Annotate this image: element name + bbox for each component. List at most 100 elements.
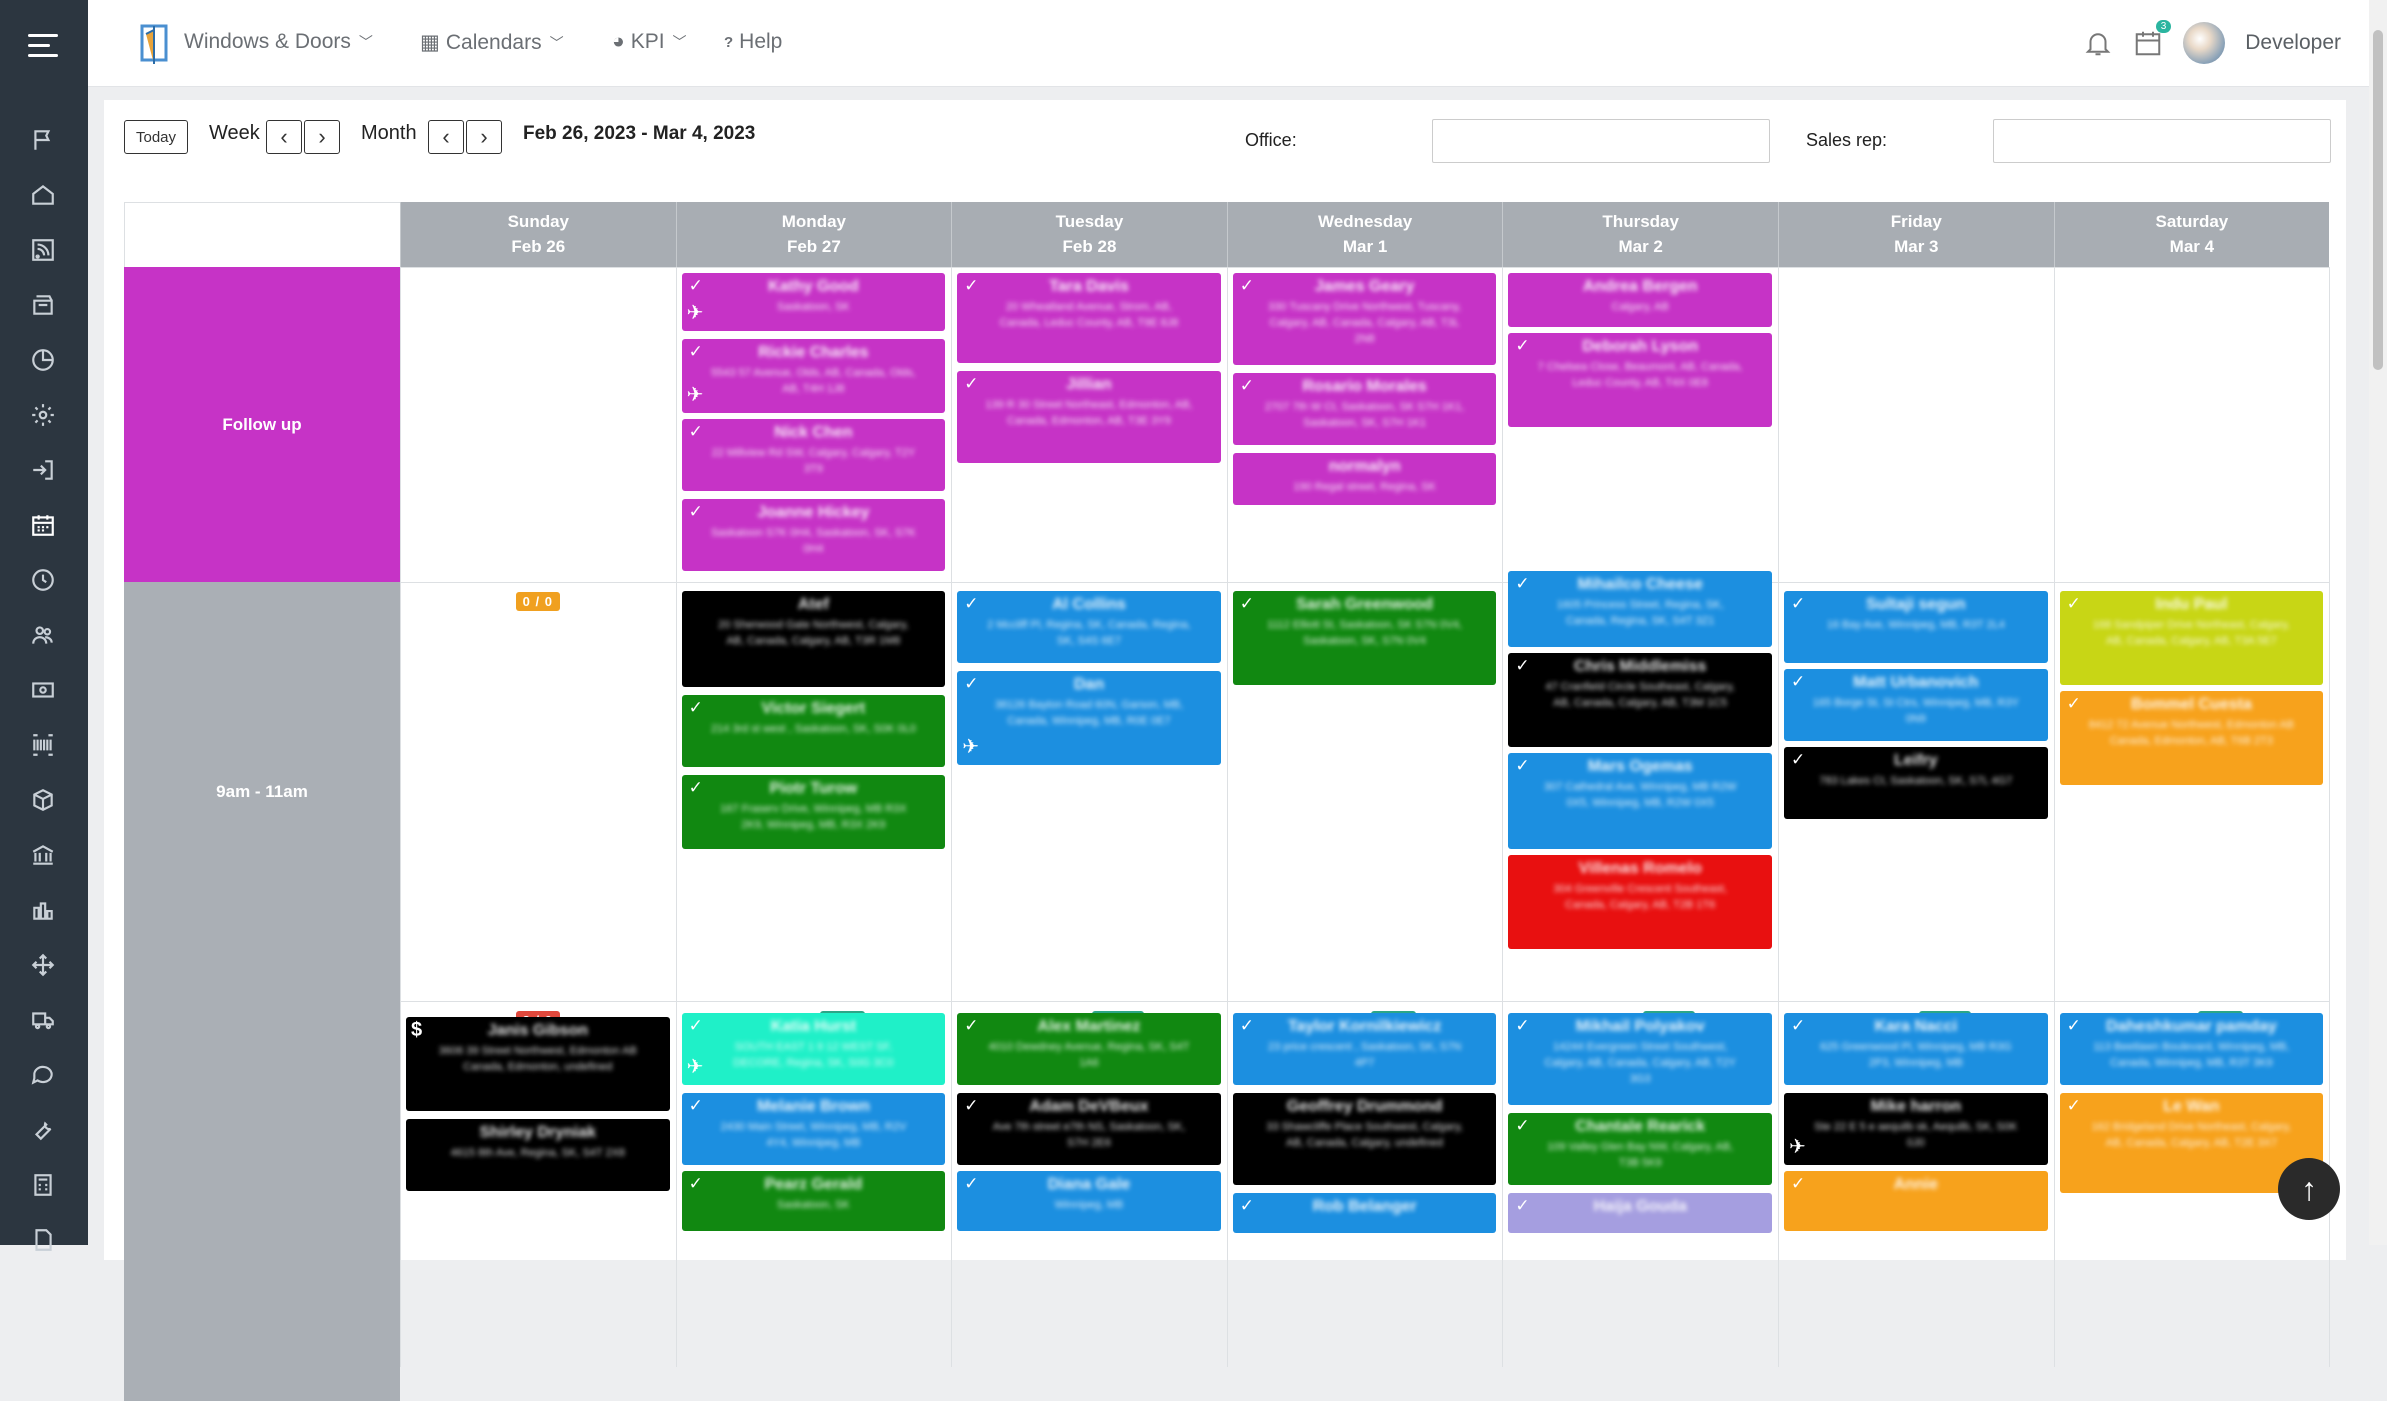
day-header: Tuesday Feb 28: [951, 202, 1227, 267]
menu-toggle-icon[interactable]: [28, 34, 58, 58]
appointment-card[interactable]: ✓ Mars Ogemas 307 Cathedral Ave, Winnipeg,…: [1508, 753, 1772, 849]
wrench-icon[interactable]: [29, 1116, 57, 1144]
appointment-card[interactable]: ✓ Rob Belanger: [1232, 1193, 1497, 1233]
appointment-card[interactable]: ✓ Daheshkumar pamday 113 Beetlawn Boulevar…: [2059, 1013, 2324, 1085]
appointment-card[interactable]: ✈ Mike harron Ste 22 E 5 e aequilb sk, Aeq…: [1784, 1093, 2048, 1165]
appointment-card[interactable]: ✓ Chantale Rearick 109 Valley Glen Bay NW,…: [1508, 1113, 1772, 1185]
building-chart-icon[interactable]: [29, 896, 57, 924]
scrollbar-thumb[interactable]: [2373, 30, 2383, 370]
pie-chart-icon[interactable]: [29, 346, 57, 374]
appointment-name: Matt Urbanovich: [1853, 674, 1979, 691]
feed-icon[interactable]: [29, 236, 57, 264]
appointment-name: Sarah Greenwood: [1296, 596, 1434, 613]
appointment-card[interactable]: ✓ Matt Urbanovich 165 Borge St, St Ctrs, W…: [1784, 669, 2048, 741]
appointment-card[interactable]: Geoffrey Drummond 33 Shawcliffe Place Sou…: [1232, 1093, 1497, 1185]
gear-icon[interactable]: [29, 401, 57, 429]
appointment-card[interactable]: ✓ ✈ Katia Hurst SOUTH EAST 1 9 12 WEST SF, …: [681, 1013, 946, 1085]
appointment-card[interactable]: ✓ Rosario Morales 2707 7th W Ct, Saskatoon…: [1232, 373, 1497, 445]
appointment-card[interactable]: ✓ ✈ Kathy Good Saskatoon, SK: [681, 273, 946, 331]
bank-icon[interactable]: [29, 841, 57, 869]
month-prev-button[interactable]: ‹: [428, 120, 464, 154]
appointment-address: 330 Tuscany Drive Northwest, Tuscany, Ca…: [1268, 301, 1462, 345]
move-icon[interactable]: [29, 951, 57, 979]
appointment-card[interactable]: ✓ Piotr Turow 167 Fraserv Drive, Winnipeg,…: [681, 775, 946, 849]
user-name[interactable]: Developer: [2245, 31, 2341, 55]
month-next-button[interactable]: ›: [466, 120, 502, 154]
nav-help[interactable]: ? Help: [724, 30, 782, 54]
appointment-card[interactable]: ✓ Al Collins 2 Mccliff Pl, Regina, SK, Can…: [957, 591, 1221, 663]
sign-in-icon[interactable]: [29, 456, 57, 484]
appointment-card[interactable]: ✓ Sarah Greenwood 1112 Elliott St, Saskato…: [1232, 591, 1497, 685]
appointment-card[interactable]: ✓ Sultaji segun 16 Bay Ave, Winnipeg, MB, …: [1784, 591, 2048, 663]
nav-kpi[interactable]: ◕ KPI ﹀: [612, 30, 687, 54]
appointment-card[interactable]: ✓ Taylor Kornilkiewicz 23 price crescent ,…: [1232, 1013, 1497, 1085]
calendar-icon[interactable]: [29, 511, 57, 539]
appointment-address: 8412 72 Avenue Northwest, Edmonton AB Ca…: [2088, 719, 2295, 747]
clock-icon[interactable]: [29, 566, 57, 594]
home-icon[interactable]: [29, 181, 57, 209]
appointment-card[interactable]: Andrea Bergen Calgary, AB: [1508, 273, 1772, 327]
scrollbar[interactable]: [2369, 0, 2387, 1245]
appointment-card[interactable]: ✓ Leifry 783 Lakes Ct, Saskatoon, SK, S7L …: [1784, 747, 2048, 819]
box-icon[interactable]: [29, 786, 57, 814]
appointment-address: 165 Borge St, St Ctrs, Winnipeg, MB, R3Y…: [1812, 697, 2019, 725]
appointment-address: SOUTH EAST 1 9 12 WEST SF, DECORE, Regin…: [733, 1041, 894, 1069]
appointment-card[interactable]: ✓ Joanne Hickey Saskatoon S7K 0H4, Saskato…: [681, 499, 946, 571]
calendar-notifications-icon[interactable]: 3: [2133, 20, 2172, 58]
office-select[interactable]: [1432, 119, 1770, 163]
day-header: Thursday Mar 2: [1502, 202, 1778, 267]
appointment-card[interactable]: ✓ ✈ Rickie Charles 5543 57 Avenue, Olds, AB…: [681, 339, 946, 413]
appointment-card[interactable]: ✓ Adam DeVBeux Ave 7th street e7th NS, Sas…: [957, 1093, 1221, 1165]
appointment-card[interactable]: ✓ Kara Nacci 625 Greenwood Pl, Winnipeg, M…: [1784, 1013, 2048, 1085]
appointment-card[interactable]: normalyn 190 Regal street, Regina, SK: [1232, 453, 1497, 505]
scroll-to-top-button[interactable]: ↑: [2278, 1158, 2340, 1220]
appointment-card[interactable]: Villenas Romelo 304 Greenville Crescent S…: [1508, 855, 1772, 949]
appointment-card[interactable]: ✓ Annie: [1784, 1171, 2048, 1231]
today-button[interactable]: Today: [124, 120, 188, 154]
appointment-card[interactable]: ✓ Mihailco Cheese 1605 Princess Street, Re…: [1508, 571, 1772, 647]
nav-brand[interactable]: Windows & Doors ﹀: [184, 30, 373, 54]
appointment-card[interactable]: ✓ Alex Martinez 4010 Dewdney Avenue, Regin…: [957, 1013, 1221, 1085]
inbox-icon[interactable]: [29, 291, 57, 319]
appointment-address: 14244 Evergreen Street Southwest, Calgar…: [1544, 1041, 1736, 1085]
users-icon[interactable]: [29, 621, 57, 649]
appointment-card[interactable]: ✓ Bommel Cuesta 8412 72 Avenue Northwest, …: [2059, 691, 2324, 785]
week-next-button[interactable]: ›: [304, 120, 340, 154]
appointment-card[interactable]: ✓ Tara Davis 20 Wheatland Avenue, Strom, A…: [957, 273, 1221, 363]
barcode-icon[interactable]: [29, 731, 57, 759]
appointment-name: Leifry: [1894, 752, 1938, 769]
flag-icon[interactable]: [29, 126, 57, 154]
appointment-card[interactable]: ✓ Melanie Brown 2430 Main Street, Winnipeg…: [681, 1093, 946, 1165]
calculator-icon[interactable]: [29, 1171, 57, 1199]
appointment-card[interactable]: ✓ Indu Paul 168 Sandpiper Drive Northeast,…: [2059, 591, 2324, 685]
appointment-card[interactable]: ✓ Pearz Gerald Saskatoon, SK: [681, 1171, 946, 1231]
airplane-icon: ✈: [686, 302, 704, 324]
appointment-card[interactable]: Shirley Dryniak 4615 8th Ave, Regina, SK,…: [406, 1119, 670, 1191]
appointment-card[interactable]: ✓ Diana Gale Winnipeg, MB: [957, 1171, 1221, 1231]
chat-icon[interactable]: [29, 1061, 57, 1089]
appointment-card[interactable]: $ Janis Gibson 3606 39 Street Northwest, E…: [406, 1017, 670, 1111]
appointment-card[interactable]: ✓ Jillian 139 R 30 Street Northeast, Edmon…: [957, 371, 1221, 463]
avatar[interactable]: [2183, 22, 2226, 64]
appointment-card[interactable]: ✓ Victor Siegert 214 3rd st west , Saskato…: [681, 695, 946, 767]
appointment-card[interactable]: ✓ Mikhail Polyakov 14244 Evergreen Street …: [1508, 1013, 1772, 1105]
week-label[interactable]: Week: [209, 122, 260, 145]
appointment-card[interactable]: ✓ Haija Gouda: [1508, 1193, 1772, 1233]
salesrep-select[interactable]: [1993, 119, 2331, 163]
day-header: Wednesday Mar 1: [1226, 202, 1503, 267]
appointment-name: Adam DeVBeux: [1029, 1098, 1149, 1115]
bell-icon[interactable]: [2083, 28, 2113, 58]
money-icon[interactable]: [29, 676, 57, 704]
month-label[interactable]: Month: [361, 122, 417, 145]
appointment-card[interactable]: ✓ Chris Middlemiss 47 Cranfield Circle Sou…: [1508, 653, 1772, 747]
nav-calendars[interactable]: ▦ Calendars ﹀: [420, 30, 564, 55]
appointment-card[interactable]: ✓ Deborah Lyson 7 Chelsea Close, Beaumont,…: [1508, 333, 1772, 427]
truck-icon[interactable]: [29, 1006, 57, 1034]
appointment-card[interactable]: ✓ Nick Chen 22 Millview Rd SW, Calgary, Ca…: [681, 419, 946, 491]
appointment-card[interactable]: ✓ ✈ Dan 38126 Bayton Road 60N, Garson, MB, …: [957, 671, 1221, 765]
week-prev-button[interactable]: ‹: [266, 120, 302, 154]
document-icon[interactable]: [29, 1226, 57, 1254]
appointment-card[interactable]: Atef 20 Sherwood Gate Northwest, Calgary,…: [681, 591, 946, 687]
appointment-card[interactable]: ✓ James Geary 330 Tuscany Drive Northwest,…: [1232, 273, 1497, 365]
appointment-address: 139 R 30 Street Northeast, Edmonton, AB,…: [985, 399, 1193, 427]
